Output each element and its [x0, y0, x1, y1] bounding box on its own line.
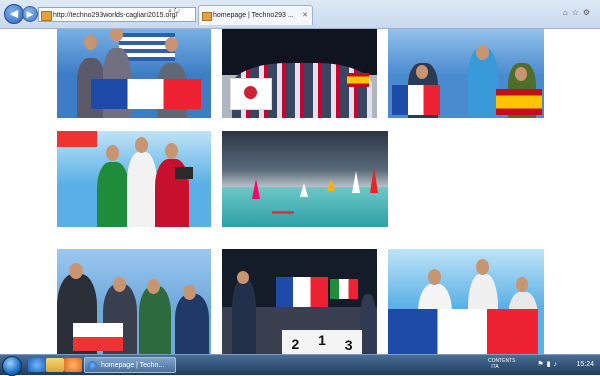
tab-homepage[interactable]: homepage | Techno293 ... ✕ [198, 5, 313, 25]
gallery-photo-blank [388, 131, 544, 227]
gallery-photo[interactable] [57, 249, 211, 354]
home-icon[interactable]: ⌂ [563, 8, 572, 17]
volume-icon[interactable]: ♪ [554, 361, 561, 368]
clock[interactable]: 15:24 [576, 355, 594, 375]
podium-second: 2 [291, 336, 300, 352]
tab-favicon-icon [202, 12, 212, 21]
browser-tools: ⌂☆⚙ [563, 8, 594, 17]
gallery-photo[interactable] [57, 131, 211, 227]
gear-icon[interactable]: ⚙ [583, 8, 594, 17]
photo-gallery: 2 1 3 [0, 29, 600, 355]
network-icon[interactable]: ▮ [547, 361, 554, 368]
start-button[interactable] [2, 356, 22, 376]
gallery-photo[interactable] [222, 29, 377, 118]
taskbar-item-label: homepage | Techn... [101, 362, 165, 369]
close-icon[interactable]: ✕ [302, 6, 308, 25]
gallery-photo[interactable] [388, 29, 544, 118]
browser-icon [88, 361, 97, 370]
internet-explorer-icon[interactable] [28, 358, 46, 372]
forward-arrow-icon[interactable]: ▶ [22, 6, 38, 22]
podium: 2 1 3 [282, 330, 362, 354]
language-indicator[interactable]: CONTENTS ITA [488, 358, 516, 370]
folder-icon[interactable] [46, 358, 64, 372]
taskbar: homepage | Techn... CONTENTS ITA ⚑▮♪ 15:… [0, 354, 600, 376]
flag-icon[interactable]: ⚑ [537, 361, 546, 368]
address-bar-actions: ⌕↻ [168, 8, 182, 16]
podium-first: 1 [318, 332, 326, 348]
system-tray: ⚑▮♪ [537, 360, 560, 368]
gallery-photo[interactable] [57, 29, 211, 118]
media-player-icon[interactable] [64, 358, 82, 372]
back-arrow-icon[interactable]: ◀ [4, 4, 24, 24]
tab-title: homepage | Techno293 ... [213, 12, 294, 19]
site-favicon-icon [41, 11, 52, 21]
podium-third: 3 [344, 337, 353, 353]
gallery-photo[interactable] [388, 249, 544, 354]
gallery-photo-podium[interactable]: 2 1 3 [222, 249, 377, 354]
refresh-icon[interactable]: ↻ [174, 8, 182, 15]
star-icon[interactable]: ☆ [572, 8, 583, 17]
taskbar-item-browser[interactable]: homepage | Techn... [84, 357, 176, 373]
browser-toolbar: ◀ ▶ http://techno293worlds-cagliari2015.… [0, 0, 600, 29]
address-text: http://techno293worlds-cagliari2015.org/ [53, 12, 178, 19]
